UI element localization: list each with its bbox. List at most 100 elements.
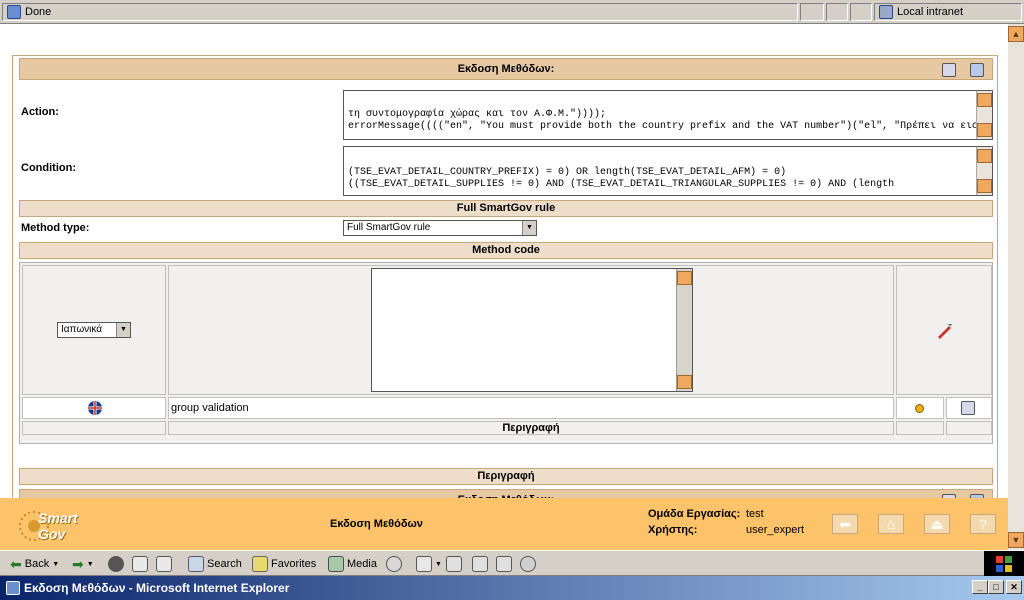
uk-flag-icon[interactable]	[87, 400, 103, 416]
forward-arrow-icon: ➡	[72, 555, 84, 572]
workgroup-value: test	[746, 508, 764, 520]
condition-label: Condition:	[21, 162, 76, 174]
back-arrow-button[interactable]: ⬅	[832, 514, 858, 534]
condition-text-line-1: ((TSE_EVAT_DETAIL_SUPPLIES != 0) AND (TS…	[348, 179, 895, 190]
close-button[interactable]: ✕	[1006, 580, 1022, 594]
flag-cell	[22, 397, 166, 419]
back-label: Back	[24, 558, 50, 570]
status-bar: Done Local intranet	[0, 0, 1024, 24]
stop-button[interactable]	[108, 555, 124, 573]
maximize-button[interactable]: □	[988, 580, 1004, 594]
language-cell: Ιαπωνικά ▼	[22, 265, 166, 395]
printer-icon	[446, 556, 462, 572]
media-label: Media	[347, 558, 377, 570]
messenger-icon	[520, 556, 536, 572]
help-button[interactable]: ?	[970, 514, 996, 534]
status-cell-empty-3	[850, 3, 872, 21]
rule-band-label: Full SmartGov rule	[456, 202, 556, 214]
smartgov-logo: Smart Gov	[12, 504, 94, 544]
chevron-down-icon[interactable]: ▼	[87, 561, 94, 568]
chevron-down-icon[interactable]: ▼	[52, 561, 59, 568]
code-scrollbar[interactable]	[676, 269, 692, 391]
action-text-line-2: τη συντομογραφία χώρας και τον Α.Φ.Μ."))…	[348, 109, 607, 120]
refresh-icon	[132, 556, 148, 572]
description-text: group validation	[171, 402, 249, 414]
ie-logo-icon	[6, 581, 20, 595]
scroll-up-button[interactable]: ▲	[1008, 26, 1024, 42]
scroll-down-button[interactable]: ▼	[1008, 532, 1024, 548]
home-button[interactable]: ⌂	[878, 514, 904, 534]
condition-textarea[interactable]: (TSE_EVAT_DETAIL_COUNTRY_PREFIX) = 0) OR…	[343, 146, 993, 196]
home-toolbar-button[interactable]	[156, 555, 172, 573]
method-code-band-label: Method code	[472, 244, 540, 256]
rule-band: Full SmartGov rule	[19, 200, 993, 217]
discuss-icon	[496, 556, 512, 572]
workgroup-label: Ομάδα Εργασίας:	[648, 508, 741, 520]
browser-toolbar: ⬅ Back ▼ ➡ ▼ Search Favorites Media ▼	[0, 550, 1024, 576]
status-cell-empty-2	[826, 3, 848, 21]
description-band: Περιγραφή	[19, 468, 993, 485]
favorites-button[interactable]: Favorites	[252, 555, 316, 573]
action-scrollbar[interactable]	[976, 91, 992, 139]
user-value: user_expert	[746, 524, 805, 536]
minimize-button[interactable]: _	[972, 580, 988, 594]
media-icon	[328, 556, 344, 572]
edit-page-icon	[472, 556, 488, 572]
refresh-button[interactable]	[132, 555, 148, 573]
messenger-button[interactable]	[520, 555, 536, 573]
status-text: Done	[25, 6, 52, 18]
desc-empty-cell	[22, 421, 166, 435]
search-icon	[188, 556, 204, 572]
desc-empty-cell-3	[946, 421, 992, 435]
chevron-down-icon[interactable]: ▼	[435, 561, 442, 568]
user-label: Χρήστης:	[648, 524, 698, 536]
print-icon[interactable]	[942, 63, 956, 77]
status-dot-cell	[896, 397, 944, 419]
chevron-down-icon[interactable]: ▼	[116, 323, 130, 337]
history-icon	[386, 556, 402, 572]
preview-icon[interactable]	[961, 401, 975, 415]
preview-cell	[946, 397, 992, 419]
description-band-label: Περιγραφή	[477, 470, 535, 482]
method-type-select[interactable]: Full SmartGov rule ▼	[343, 220, 537, 236]
window-title-bar: Εκδοση Μεθόδων - Microsoft Internet Expl…	[0, 576, 1024, 600]
discuss-button[interactable]	[496, 555, 512, 573]
chevron-down-icon[interactable]: ▼	[522, 221, 536, 235]
windows-flag-icon	[996, 555, 1012, 572]
language-select[interactable]: Ιαπωνικά ▼	[57, 322, 131, 338]
print-toolbar-button[interactable]	[446, 555, 462, 573]
back-button[interactable]: ⬅ Back ▼	[10, 555, 59, 573]
language-value: Ιαπωνικά	[61, 324, 103, 335]
history-button[interactable]	[386, 555, 402, 573]
pencil-icon[interactable]	[935, 322, 953, 340]
favorites-icon	[252, 556, 268, 572]
method-type-label: Method type:	[21, 222, 90, 234]
edit-toolbar-button[interactable]	[472, 555, 488, 573]
code-cell	[168, 265, 894, 395]
mail-button[interactable]: ▼	[416, 555, 442, 573]
search-button[interactable]: Search	[188, 555, 242, 573]
method-code-textarea[interactable]	[371, 268, 693, 392]
form-header-band: Εκδοση Μεθόδων:	[19, 58, 993, 80]
method-code-table: Ιαπωνικά ▼ group validation Περιγραφή	[19, 262, 993, 444]
zone-cell: Local intranet	[874, 3, 1022, 21]
description-header-cell: Περιγραφή	[168, 421, 894, 435]
edit-cell	[896, 265, 992, 395]
logout-button[interactable]: ⏏	[924, 514, 950, 534]
description-header: Περιγραφή	[502, 422, 560, 434]
favorites-label: Favorites	[271, 558, 317, 570]
forward-button[interactable]: ➡ ▼	[72, 555, 94, 573]
back-arrow-icon: ⬅	[10, 555, 22, 572]
page-scrollbar[interactable]: ▲ ▼	[1008, 24, 1024, 550]
ie-page-icon	[7, 5, 21, 19]
condition-scrollbar[interactable]	[976, 147, 992, 195]
description-value-cell: group validation	[168, 397, 894, 419]
logo-text: Smart Gov	[38, 510, 78, 542]
action-label: Action:	[21, 106, 59, 118]
save-icon[interactable]	[970, 63, 984, 77]
window-title: Εκδοση Μεθόδων - Microsoft Internet Expl…	[24, 581, 290, 595]
page-viewport: ▲ ▼ Εκδοση Μεθόδων: Action: τη συντομογρ…	[0, 24, 1024, 550]
action-textarea[interactable]: τη συντομογραφία χώρας και τον Α.Φ.Μ."))…	[343, 90, 993, 140]
condition-text-line-2: (TSE_EVAT_DETAIL_COUNTRY_PREFIX) = 0) OR…	[348, 167, 787, 178]
media-button[interactable]: Media	[328, 555, 377, 573]
